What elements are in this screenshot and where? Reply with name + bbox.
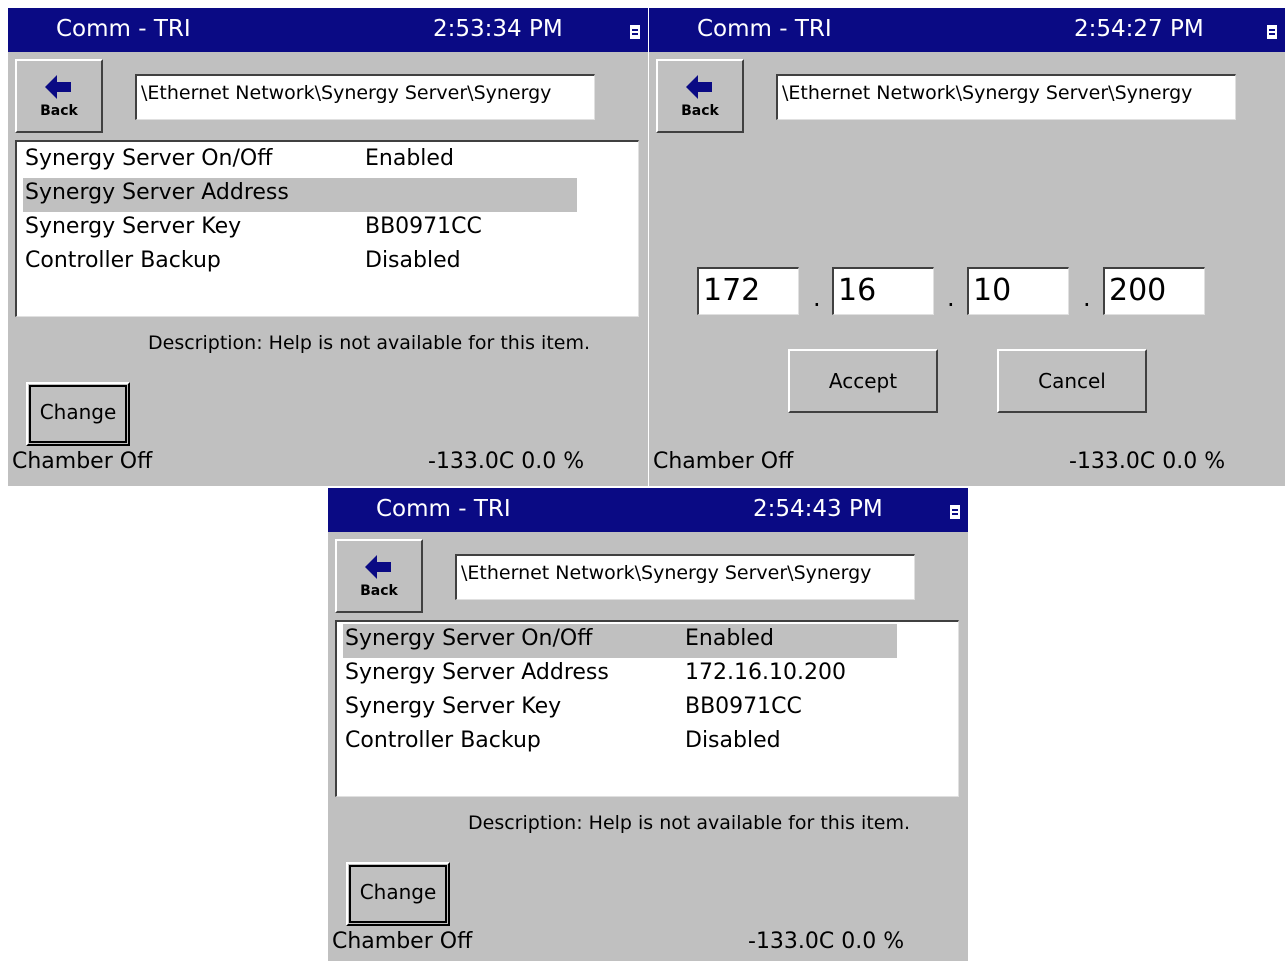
list-item-value: Disabled [685, 728, 781, 753]
screen-panel-2: Comm - TRI 2:54:27 PM Back \Ethernet Net… [649, 8, 1285, 486]
ip-octet-4-input[interactable]: 200 [1103, 267, 1205, 315]
temperature-readout: -133.0C 0.0 % [748, 929, 905, 954]
settings-list[interactable]: Synergy Server On/Off Enabled Synergy Se… [15, 140, 639, 317]
change-button-label: Change [39, 400, 117, 424]
list-item[interactable]: Synergy Server Key BB0971CC [23, 212, 577, 246]
back-button-label: Back [681, 103, 719, 119]
back-button-label: Back [40, 103, 78, 119]
window-title: Comm - TRI [697, 16, 832, 42]
chamber-status: Chamber Off [332, 929, 473, 954]
list-item-name: Synergy Server On/Off [345, 626, 593, 651]
list-item-name: Controller Backup [345, 728, 541, 753]
ip-separator: . [813, 284, 821, 312]
list-item-value: BB0971CC [365, 214, 482, 239]
settings-list[interactable]: Synergy Server On/Off Enabled Synergy Se… [335, 620, 959, 797]
list-item-name: Synergy Server Key [25, 214, 242, 239]
list-item-name: Synergy Server On/Off [25, 146, 273, 171]
list-item-name: Synergy Server Address [345, 660, 609, 685]
clock: 2:54:43 PM [753, 496, 883, 522]
window-title: Comm - TRI [376, 496, 511, 522]
description-text: Description: Help is not available for t… [468, 812, 911, 834]
window-title: Comm - TRI [56, 16, 191, 42]
list-item-value: Enabled [685, 626, 774, 651]
window-menu-icon[interactable] [630, 25, 640, 39]
list-item-name: Controller Backup [25, 248, 221, 273]
list-item-value: Disabled [365, 248, 461, 273]
accept-button-label: Accept [828, 369, 898, 393]
list-item-selected[interactable]: Synergy Server On/Off Enabled [343, 624, 897, 658]
list-item-name: Synergy Server Address [25, 180, 289, 205]
list-item-value: BB0971CC [685, 694, 802, 719]
screen-panel-3: Comm - TRI 2:54:43 PM Back \Ethernet Net… [328, 488, 968, 961]
clock: 2:53:34 PM [433, 16, 563, 42]
list-item-name: Synergy Server Key [345, 694, 562, 719]
back-button[interactable]: Back [335, 539, 423, 613]
ip-separator: . [947, 284, 955, 312]
change-button[interactable]: Change [346, 862, 450, 926]
list-item[interactable]: Controller Backup Disabled [343, 726, 897, 760]
clock: 2:54:27 PM [1074, 16, 1204, 42]
back-arrow-icon [686, 75, 712, 99]
ip-octet-2-input[interactable]: 16 [832, 267, 934, 315]
list-item-value: 172.16.10.200 [685, 660, 846, 685]
screen-panel-1: Comm - TRI 2:53:34 PM Back \Ethernet Net… [8, 8, 648, 486]
title-bar: Comm - TRI 2:53:34 PM [8, 8, 648, 52]
title-bar: Comm - TRI 2:54:43 PM [328, 488, 968, 532]
cancel-button[interactable]: Cancel [997, 349, 1147, 413]
back-button[interactable]: Back [15, 59, 103, 133]
cancel-button-label: Cancel [1038, 369, 1106, 393]
ip-octet-3-input[interactable]: 10 [967, 267, 1069, 315]
title-bar: Comm - TRI 2:54:27 PM [649, 8, 1285, 52]
ip-octet-1-input[interactable]: 172 [697, 267, 799, 315]
ip-separator: . [1083, 284, 1091, 312]
accept-button[interactable]: Accept [788, 349, 938, 413]
list-item-value: Enabled [365, 146, 454, 171]
path-field: \Ethernet Network\Synergy Server\Synergy [135, 74, 595, 120]
list-item[interactable]: Synergy Server Address 172.16.10.200 [343, 658, 897, 692]
list-item-selected[interactable]: Synergy Server Address [23, 178, 577, 212]
list-item[interactable]: Synergy Server Key BB0971CC [343, 692, 897, 726]
back-button[interactable]: Back [656, 59, 744, 133]
temperature-readout: -133.0C 0.0 % [428, 449, 585, 474]
back-arrow-icon [365, 555, 391, 579]
path-field: \Ethernet Network\Synergy Server\Synergy [455, 554, 915, 600]
window-menu-icon[interactable] [950, 505, 960, 519]
back-arrow-icon [45, 75, 71, 99]
change-button-label: Change [359, 880, 437, 904]
path-field: \Ethernet Network\Synergy Server\Synergy [776, 74, 1236, 120]
list-item[interactable]: Controller Backup Disabled [23, 246, 577, 280]
chamber-status: Chamber Off [653, 449, 794, 474]
temperature-readout: -133.0C 0.0 % [1069, 449, 1226, 474]
description-text: Description: Help is not available for t… [148, 332, 591, 354]
back-button-label: Back [360, 583, 398, 599]
list-item[interactable]: Synergy Server On/Off Enabled [23, 144, 577, 178]
chamber-status: Chamber Off [12, 449, 153, 474]
change-button[interactable]: Change [26, 382, 130, 446]
window-menu-icon[interactable] [1267, 25, 1277, 39]
